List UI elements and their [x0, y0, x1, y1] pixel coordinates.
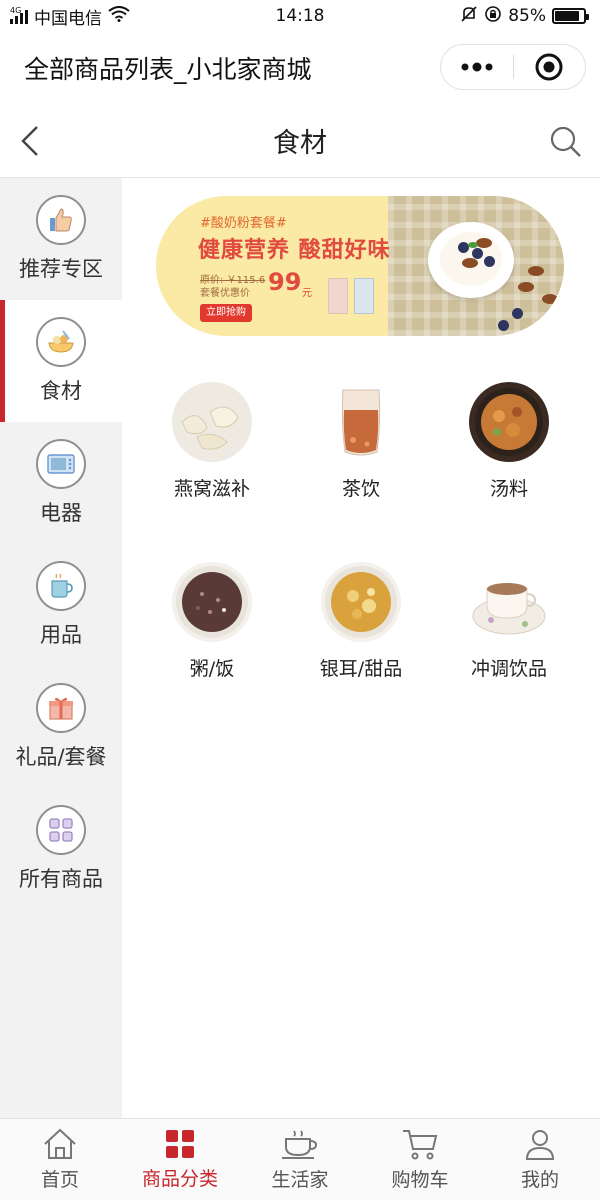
banner-tag: #酸奶粉套餐#	[200, 216, 287, 231]
subcategory-label: 冲调饮品	[470, 658, 547, 680]
sidebar-item-label: 用品	[40, 623, 82, 647]
tab-label: 我的	[520, 1169, 559, 1191]
tab-life[interactable]: 生活家	[240, 1119, 360, 1200]
more-button[interactable]	[441, 45, 513, 89]
subcategory-label: 汤料	[489, 478, 528, 500]
category-icon	[166, 1130, 194, 1158]
subcategory-tea[interactable]: 茶饮	[286, 382, 436, 501]
user-icon	[525, 1130, 555, 1160]
subcategory-birds-nest[interactable]: 燕窝滋补	[137, 382, 287, 501]
bottom-tab-bar: 首页 商品分类 生活家 购物车 我的	[0, 1118, 600, 1200]
subcategory-instant-drinks[interactable]: 冲调饮品	[434, 562, 584, 681]
yogurt-bowl-image	[428, 222, 514, 298]
tab-label: 首页	[40, 1169, 79, 1191]
banner-title: 健康营养 酸甜好味	[198, 238, 391, 263]
cup-icon	[36, 561, 86, 611]
app-title: 全部商品列表_小北家商城	[24, 55, 312, 84]
battery-level	[555, 11, 579, 21]
sidebar-item-label: 推荐专区	[19, 257, 103, 281]
mini-program-title-bar: 全部商品列表_小北家商城	[0, 32, 600, 104]
sidebar-item-label: 电器	[40, 501, 82, 525]
subcategory-porridge[interactable]: 粥/饭	[137, 562, 287, 681]
combo-price: 99	[268, 268, 302, 296]
subcategory-label: 茶饮	[341, 478, 380, 500]
tab-categories[interactable]: 商品分类	[120, 1119, 240, 1200]
sidebar-item-label: 所有商品	[19, 867, 103, 891]
sidebar-item-label: 礼品/套餐	[15, 745, 107, 769]
network-type: 4G	[10, 6, 22, 15]
milk-tea-icon	[469, 562, 549, 642]
microwave-icon	[36, 439, 86, 489]
sidebar-item-label: 食材	[40, 379, 82, 403]
mini-program-capsule	[440, 44, 586, 90]
promo-banner[interactable]: #酸奶粉套餐# 健康营养 酸甜好味 原价: ￥115.6 套餐优惠价 99 元 …	[156, 196, 564, 336]
chevron-left-icon	[21, 126, 38, 156]
birds-nest-icon	[172, 382, 252, 462]
tab-label: 生活家	[271, 1169, 329, 1191]
cart-icon	[403, 1130, 438, 1160]
search-button[interactable]	[548, 124, 584, 160]
subcategory-label: 燕窝滋补	[173, 478, 250, 500]
alarm-lock-icon	[484, 5, 502, 28]
porridge-bowl-icon	[172, 562, 252, 642]
tab-profile[interactable]: 我的	[480, 1119, 600, 1200]
search-icon	[550, 126, 581, 157]
coffee-cup-icon	[282, 1130, 318, 1159]
sidebar-item-recommended[interactable]: 推荐专区	[0, 178, 122, 300]
food-bowl-icon	[36, 317, 86, 367]
original-price: 原价: ￥115.6	[200, 275, 266, 286]
wifi-icon	[108, 5, 130, 27]
status-left: 4G 中国电信	[10, 4, 130, 29]
dessert-bowl-icon	[321, 562, 401, 642]
tea-glass-icon	[321, 382, 401, 462]
subcategory-dessert[interactable]: 银耳/甜品	[286, 562, 436, 681]
close-mini-program-button[interactable]	[514, 45, 586, 89]
combo-price-label: 套餐优惠价	[200, 288, 250, 299]
category-sidebar: 推荐专区 食材 电器 用品 礼品/套餐 所有商品	[0, 178, 122, 1118]
sidebar-item-gifts[interactable]: 礼品/套餐	[0, 666, 122, 788]
category-content: #酸奶粉套餐# 健康营养 酸甜好味 原价: ￥115.6 套餐优惠价 99 元 …	[122, 178, 600, 1118]
subcategory-soup[interactable]: 汤料	[434, 382, 584, 501]
battery-icon	[552, 8, 589, 24]
target-circle-icon	[535, 53, 563, 81]
price-unit: 元	[302, 288, 312, 299]
status-bar: 4G 中国电信 14:18 85%	[0, 0, 600, 32]
page-header: 食材	[0, 104, 600, 178]
banner-photo	[388, 196, 564, 336]
tab-label: 购物车	[391, 1169, 449, 1191]
grid-icon	[36, 805, 86, 855]
page-title: 食材	[273, 128, 327, 159]
status-right: 85%	[460, 5, 589, 28]
banner-price-block: 原价: ￥115.6 套餐优惠价	[200, 274, 265, 300]
sidebar-item-all-products[interactable]: 所有商品	[0, 788, 122, 910]
back-button[interactable]	[14, 124, 46, 158]
tab-home[interactable]: 首页	[0, 1119, 120, 1200]
sidebar-item-appliances[interactable]: 电器	[0, 422, 122, 544]
tab-cart[interactable]: 购物车	[360, 1119, 480, 1200]
thumbs-up-icon	[36, 195, 86, 245]
subcategory-label: 银耳/甜品	[319, 658, 403, 680]
more-dots-icon	[461, 62, 493, 72]
buy-now-button[interactable]: 立即抢购	[200, 304, 252, 322]
gift-icon	[36, 683, 86, 733]
product-box-image	[328, 278, 348, 314]
sidebar-item-supplies[interactable]: 用品	[0, 544, 122, 666]
soup-pot-icon	[469, 382, 549, 462]
carrier-name: 中国电信	[34, 8, 102, 29]
home-icon	[44, 1128, 76, 1159]
product-box-image	[354, 278, 374, 314]
mute-icon	[460, 5, 478, 28]
signal-icon: 4G	[10, 6, 28, 24]
battery-percent: 85%	[508, 6, 546, 26]
sidebar-item-ingredients[interactable]: 食材	[0, 300, 122, 422]
tab-label: 商品分类	[141, 1168, 218, 1190]
subcategory-label: 粥/饭	[189, 658, 235, 680]
